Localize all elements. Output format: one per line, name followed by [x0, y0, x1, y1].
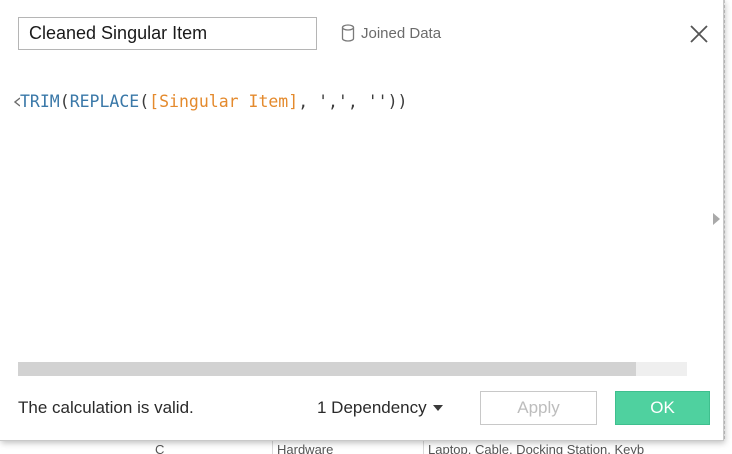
worksheet-cell: Hardware: [277, 442, 334, 454]
formula-editor[interactable]: TRIM(REPLACE([Singular Item], ',', '')): [20, 88, 710, 348]
dependency-label: 1 Dependency: [317, 398, 427, 417]
field-token: [Singular Item]: [149, 92, 299, 111]
expand-right-icon[interactable]: [712, 212, 721, 226]
close-icon[interactable]: [688, 23, 710, 45]
dependency-dropdown[interactable]: 1 Dependency: [317, 398, 443, 418]
worksheet-background-right: [724, 0, 732, 454]
worksheet-cell: Laptop, Cable, Docking Station, Keyb: [428, 442, 645, 454]
paren-token: )): [387, 92, 408, 111]
datasource-indicator: Joined Data: [341, 22, 441, 44]
separator-token: ,: [298, 92, 319, 111]
column-divider: [423, 440, 424, 454]
worksheet-background-rows: C Hardware Laptop, Cable, Docking Statio…: [0, 440, 732, 454]
scrollbar-thumb[interactable]: [18, 362, 636, 376]
apply-button[interactable]: Apply: [480, 391, 597, 425]
function-token-replace: REPLACE: [69, 92, 140, 111]
column-divider: [272, 440, 273, 454]
database-icon: [341, 24, 355, 42]
calculation-name-input[interactable]: [18, 17, 317, 50]
worksheet-cell: C: [155, 442, 165, 454]
paren-token: (: [139, 92, 150, 111]
paren-token: (: [59, 92, 70, 111]
chevron-down-icon: [432, 405, 443, 411]
function-token-trim: TRIM: [20, 92, 60, 111]
datasource-label: Joined Data: [361, 24, 442, 42]
ok-button[interactable]: OK: [615, 391, 710, 425]
string-token: '': [367, 92, 388, 111]
validation-status: The calculation is valid.: [18, 398, 194, 417]
string-token: ',': [318, 92, 348, 111]
calculation-editor-dialog: Joined Data TRIM(REPLACE([Singular Item]…: [0, 0, 724, 441]
separator-token: ,: [347, 92, 368, 111]
horizontal-scrollbar[interactable]: [18, 362, 687, 376]
